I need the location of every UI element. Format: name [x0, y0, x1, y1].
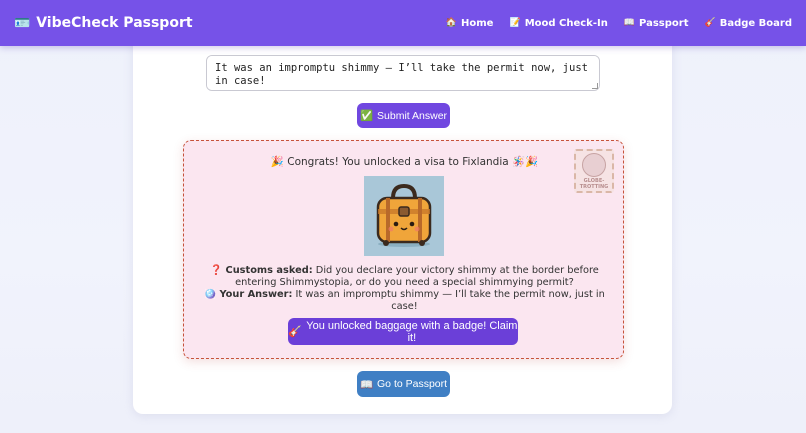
submit-answer-button[interactable]: ✅ Submit Answer	[357, 103, 450, 128]
book-icon: 📖	[359, 378, 374, 391]
nav-link-label: Badge Board	[719, 17, 792, 29]
your-answer: 🪩 Your Answer: It was an impromptu shimm…	[204, 289, 605, 313]
congrats-message: 🎉 Congrats! You unlocked a visa to Fixla…	[270, 156, 539, 168]
guitar-icon: 🎸	[288, 326, 302, 338]
stamp-text: GLOBE-TROTTING	[579, 177, 609, 190]
nav-link-mood-check-in[interactable]: 📝 Mood Check-In	[509, 18, 607, 29]
question-icon: ❓	[210, 265, 223, 276]
nav-link-label: Mood Check-In	[524, 17, 608, 29]
suitcase-image	[364, 176, 444, 256]
passport-logo-icon: 🪪	[14, 15, 31, 31]
brand-title: VibeCheck Passport	[36, 15, 193, 31]
top-navbar: 🪪 VibeCheck Passport 🏠 Home 📝 Mood Check…	[0, 0, 806, 46]
check-icon: ✅	[359, 110, 374, 122]
disco-ball-icon: 🪩	[204, 289, 217, 300]
memo-icon: 📝	[509, 18, 521, 28]
home-icon: 🏠	[445, 18, 458, 28]
globe-icon	[582, 152, 606, 177]
go-to-passport-button[interactable]: 📖 Go to Passport	[357, 371, 450, 397]
book-icon: 📖	[623, 18, 636, 28]
nav-link-home[interactable]: 🏠 Home	[446, 18, 494, 29]
customs-label: Customs asked:	[225, 265, 313, 276]
claim-badge-label: You unlocked baggage with a badge! Claim…	[306, 319, 518, 344]
suitcase-icon	[376, 183, 432, 247]
your-answer-label: Your Answer:	[219, 289, 293, 300]
guitar-icon: 🎸	[704, 18, 716, 28]
nav-link-badge-board[interactable]: 🎸 Badge Board	[705, 18, 793, 29]
claim-badge-button[interactable]: 🎸 You unlocked baggage with a badge! Cla…	[288, 318, 518, 345]
customs-question: ❓ Customs asked: Did you declare your vi…	[204, 265, 605, 289]
nav-links: 🏠 Home 📝 Mood Check-In 📖 Passport 🎸 Badg…	[446, 18, 792, 29]
nav-link-label: Passport	[639, 17, 689, 29]
nav-link-passport[interactable]: 📖 Passport	[624, 18, 689, 29]
go-to-passport-label: Go to Passport	[377, 378, 448, 390]
answer-input[interactable]	[206, 55, 600, 91]
brand[interactable]: 🪪 VibeCheck Passport	[14, 15, 193, 31]
globe-trotting-stamp: GLOBE-TROTTING	[574, 149, 614, 193]
nav-link-label: Home	[461, 17, 494, 29]
submit-answer-label: Submit Answer	[377, 109, 448, 122]
your-answer-text: It was an impromptu shimmy — I’ll take t…	[295, 289, 605, 312]
